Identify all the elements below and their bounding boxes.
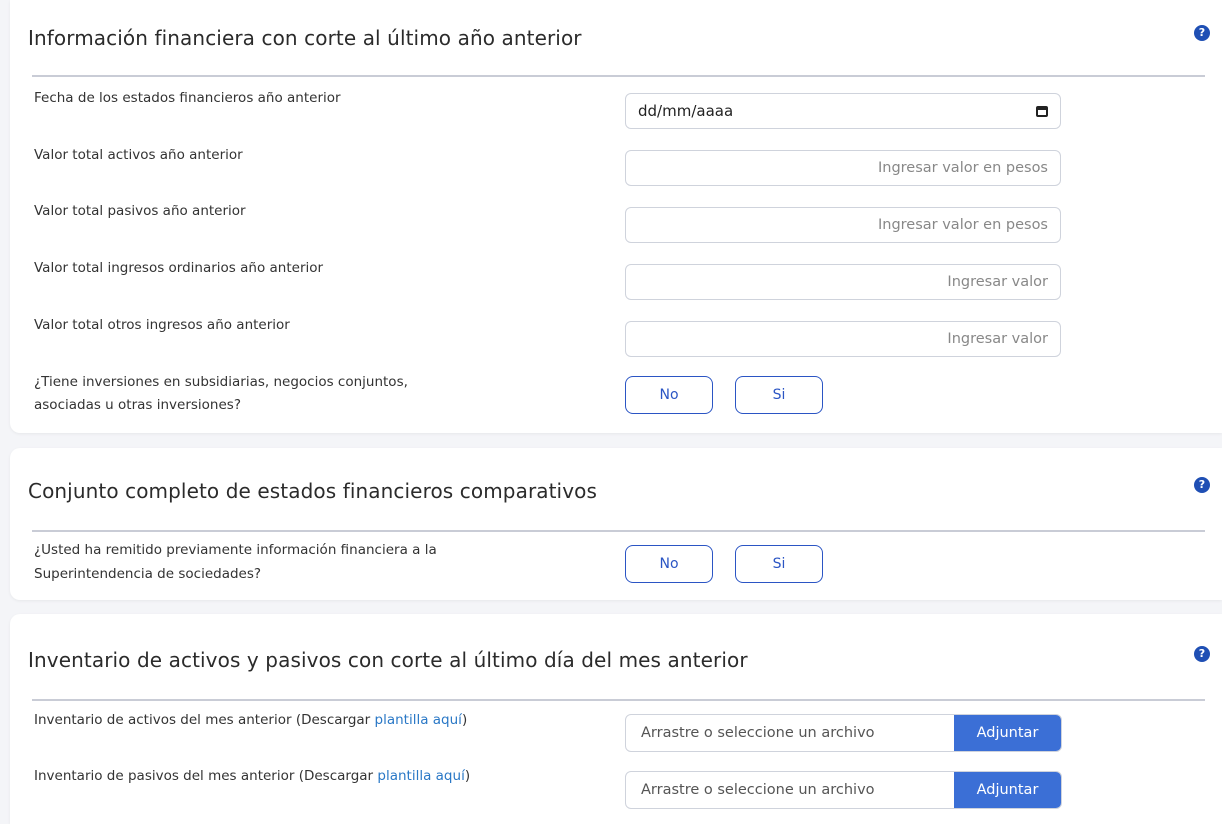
investments-no-button[interactable]: No — [625, 376, 713, 414]
label-close: ) — [461, 712, 468, 728]
liabilities-template-link[interactable]: plantilla aquí — [377, 768, 464, 784]
other-income-label: Valor total otros ingresos año anterior — [34, 317, 290, 333]
investments-question-line1: ¿Tiene inversiones en subsidiarias, nego… — [34, 374, 408, 390]
divider — [32, 530, 1205, 532]
investments-yes-button[interactable]: Si — [735, 376, 823, 414]
previous-info-yes-button[interactable]: Si — [735, 545, 823, 583]
assets-file-upload[interactable]: Arrastre o seleccione un archivo Adjunta… — [625, 714, 1062, 752]
previous-info-question-line2: Superintendencia de sociedades? — [34, 566, 262, 582]
investments-question-line2: asociadas u otras inversiones? — [34, 397, 241, 413]
date-label: Fecha de los estados financieros año ant… — [34, 90, 341, 106]
section-title: Conjunto completo de estados financieros… — [28, 479, 598, 503]
ordinary-income-label: Valor total ingresos ordinarios año ante… — [34, 260, 324, 276]
help-icon[interactable]: ? — [1194, 25, 1210, 41]
assets-inventory-label: Inventario de activos del mes anterior (… — [34, 708, 467, 732]
liabilities-input[interactable] — [625, 207, 1061, 243]
date-input[interactable]: dd/mm/aaaa — [625, 93, 1061, 129]
liabilities-inventory-text: Inventario de pasivos del mes anterior (… — [34, 768, 378, 784]
date-value: dd/mm/aaaa — [638, 102, 734, 120]
liabilities-file-upload[interactable]: Arrastre o seleccione un archivo Adjunta… — [625, 771, 1062, 809]
section-title: Información financiera con corte al últi… — [28, 26, 582, 50]
previous-info-no-button[interactable]: No — [625, 545, 713, 583]
divider — [32, 75, 1205, 77]
help-icon[interactable]: ? — [1194, 477, 1210, 493]
calendar-icon[interactable] — [1036, 105, 1048, 117]
label-close: ) — [464, 768, 471, 784]
liabilities-inventory-label: Inventario de pasivos del mes anterior (… — [34, 764, 470, 788]
other-income-input[interactable] — [625, 321, 1061, 357]
section-title: Inventario de activos y pasivos con cort… — [28, 648, 748, 672]
help-icon[interactable]: ? — [1194, 646, 1210, 662]
file-placeholder: Arrastre o seleccione un archivo — [641, 725, 875, 741]
ordinary-income-input[interactable] — [625, 264, 1061, 300]
assets-label: Valor total activos año anterior — [34, 147, 243, 163]
liabilities-attach-button[interactable]: Adjuntar — [954, 772, 1061, 808]
assets-template-link[interactable]: plantilla aquí — [375, 712, 462, 728]
comparative-statements-section: Conjunto completo de estados financieros… — [10, 448, 1222, 600]
previous-info-question-line1: ¿Usted ha remitido previamente informaci… — [34, 542, 437, 558]
financial-info-section: Información financiera con corte al últi… — [10, 0, 1222, 433]
assets-input[interactable] — [625, 150, 1061, 186]
inventory-section: Inventario de activos y pasivos con cort… — [10, 614, 1222, 824]
divider — [32, 699, 1205, 701]
file-placeholder: Arrastre o seleccione un archivo — [641, 782, 875, 798]
assets-inventory-text: Inventario de activos del mes anterior (… — [34, 712, 375, 728]
liabilities-label: Valor total pasivos año anterior — [34, 203, 246, 219]
assets-attach-button[interactable]: Adjuntar — [954, 715, 1061, 751]
